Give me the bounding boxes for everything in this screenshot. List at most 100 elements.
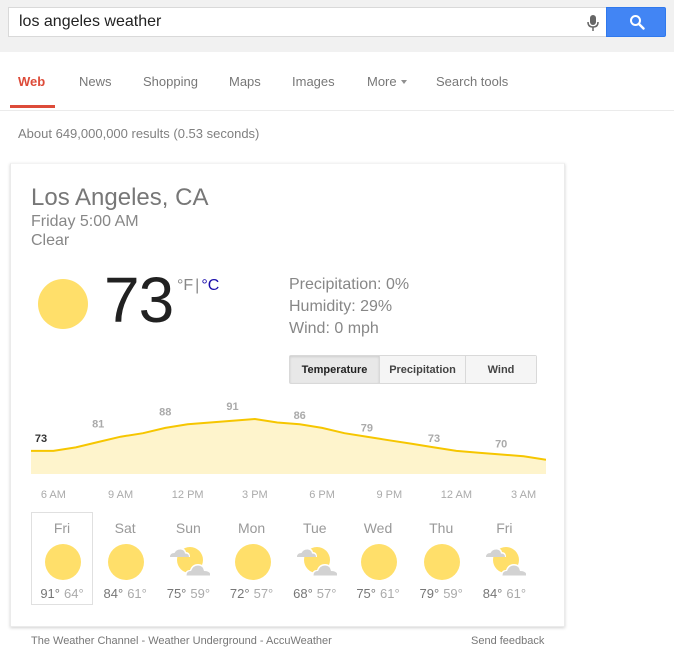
tab-news[interactable]: News <box>79 74 112 89</box>
forecast-low: 61° <box>127 586 147 601</box>
forecast-low: 59° <box>190 586 211 601</box>
forecast-low: 57° <box>253 586 274 601</box>
current-temperature: 73 <box>104 264 174 336</box>
x-tick-label: 12 AM <box>441 489 472 501</box>
top-bar <box>0 0 674 52</box>
temperature-point-label: 79 <box>361 422 373 434</box>
sun-icon <box>361 544 397 580</box>
temperature-point-label: 86 <box>294 410 306 422</box>
forecast-day[interactable]: Fri 91° 64° <box>31 512 93 605</box>
forecast-temps: 75° 59° <box>158 586 218 601</box>
weather-card: Los Angeles, CA Friday 5:00 AM Clear 73 … <box>10 163 565 627</box>
temperature-button[interactable]: Temperature <box>290 356 380 383</box>
x-tick-label: 6 PM <box>309 489 335 501</box>
caret-down-icon <box>400 79 407 84</box>
forecast-temps: 79° 59° <box>411 586 471 601</box>
forecast-day[interactable]: Sun 75° 59° <box>157 512 219 605</box>
temperature-point-label: 70 <box>495 438 507 450</box>
x-tick-label: 9 AM <box>108 489 133 501</box>
tab-images[interactable]: Images <box>292 74 335 89</box>
forecast-day[interactable]: Tue 68° 57° <box>284 512 346 605</box>
temperature-area <box>31 419 546 474</box>
weather-sources[interactable]: The Weather Channel - Weather Undergroun… <box>31 635 332 647</box>
precipitation-value: Precipitation: 0% <box>289 276 410 293</box>
weather-datetime: Friday 5:00 AM <box>31 213 139 230</box>
send-feedback-link[interactable]: Send feedback <box>471 635 544 647</box>
forecast-day[interactable]: Wed 75° 61° <box>347 512 409 605</box>
search-tabs: Web News Shopping Maps Images More Searc… <box>0 52 674 111</box>
x-tick-label: 3 PM <box>242 489 268 501</box>
temperature-point-label: 91 <box>226 401 238 413</box>
forecast-day-name: Sat <box>114 520 136 536</box>
x-tick-label: 6 AM <box>41 489 66 501</box>
tab-more-label: More <box>367 74 397 89</box>
partly-cloudy-icon <box>295 547 337 576</box>
forecast-high: 79° <box>419 586 440 601</box>
search-button[interactable] <box>606 7 666 37</box>
forecast-low: 59° <box>443 586 463 601</box>
sun-icon <box>38 279 88 329</box>
result-stats: About 649,000,000 results (0.53 seconds) <box>18 126 260 141</box>
forecast-day[interactable]: Thu 79° 59° <box>410 512 472 605</box>
sun-icon <box>108 544 145 580</box>
forecast-day[interactable]: Mon 72° 57° <box>221 512 283 605</box>
tab-maps[interactable]: Maps <box>229 74 261 89</box>
forecast-temps: 84° 61° <box>95 586 155 601</box>
sun-icon <box>424 544 461 580</box>
forecast-temps: 84° 61° <box>474 586 534 601</box>
precipitation-button[interactable]: Precipitation <box>380 356 466 383</box>
forecast-temps: 91° 64° <box>32 586 92 601</box>
celsius-toggle[interactable]: °C <box>201 277 219 294</box>
weather-details: Precipitation: 0% Humidity: 29% Wind: 0 … <box>289 274 409 340</box>
forecast-high: 68° <box>293 586 313 601</box>
forecast-day-name: Fri <box>53 520 71 536</box>
partly-cloudy-icon <box>485 547 527 576</box>
forecast-day[interactable]: Sat 84° 61° <box>94 512 156 605</box>
forecast-high: 75° <box>166 586 187 601</box>
tab-search-tools[interactable]: Search tools <box>436 74 508 89</box>
weather-location: Los Angeles, CA <box>31 184 209 211</box>
forecast-high: 84° <box>482 586 503 601</box>
temperature-point-label: 88 <box>159 406 171 418</box>
forecast-high: 72° <box>229 586 250 601</box>
daily-forecast: Fri 91° 64° Sat 84° 61° Sun 75° 59° Mon 72° 57° Tue 6… <box>31 512 551 607</box>
chart-view-selector: Temperature Precipitation Wind <box>289 355 537 384</box>
temperature-chart[interactable]: 73 81 88 91 86 79 73 70 6 AM 9 AM 12 PM 3 PM 6 PM 9 P… <box>31 389 546 509</box>
forecast-low: 64° <box>64 586 84 601</box>
wind-value: Wind: 0 mph <box>289 320 379 337</box>
tab-more[interactable]: More <box>367 74 407 89</box>
temperature-point-label: 81 <box>92 419 104 431</box>
forecast-high: 91° <box>40 586 60 601</box>
forecast-temps: 72° 57° <box>222 586 282 601</box>
forecast-day-name: Fri <box>496 520 513 536</box>
wind-button[interactable]: Wind <box>466 356 536 383</box>
microphone-icon[interactable] <box>585 14 601 32</box>
forecast-temps: 68° 57° <box>285 586 345 601</box>
forecast-day-name: Mon <box>237 520 266 536</box>
forecast-low: 61° <box>380 586 400 601</box>
forecast-day-name: Tue <box>302 520 327 536</box>
sun-icon <box>45 544 81 580</box>
temperature-chart-svg: 73 81 88 91 86 79 73 70 6 AM 9 AM 12 PM 3 PM 6 PM 9 P… <box>31 401 546 501</box>
forecast-day-name: Wed <box>363 520 393 536</box>
x-tick-label: 3 AM <box>511 489 536 501</box>
forecast-temps: 75° 61° <box>348 586 408 601</box>
tab-web[interactable]: Web <box>18 74 45 89</box>
forecast-high: 75° <box>356 586 376 601</box>
temperature-point-label: 73 <box>35 433 47 445</box>
humidity-value: Humidity: 29% <box>289 298 393 315</box>
sun-icon <box>234 544 271 580</box>
x-tick-label: 9 PM <box>376 489 402 501</box>
forecast-high: 84° <box>103 586 124 601</box>
forecast-day-name: Sun <box>175 520 201 536</box>
tab-shopping[interactable]: Shopping <box>143 74 198 89</box>
fahrenheit-toggle[interactable]: °F <box>177 277 193 294</box>
temperature-point-label: 73 <box>428 433 440 445</box>
unit-separator: | <box>195 277 200 294</box>
search-box <box>8 7 606 37</box>
search-input[interactable] <box>19 8 579 36</box>
forecast-day[interactable]: Fri 84° 61° <box>473 512 535 605</box>
forecast-low: 61° <box>506 586 527 601</box>
forecast-low: 57° <box>316 586 337 601</box>
weather-condition: Clear <box>31 232 70 249</box>
